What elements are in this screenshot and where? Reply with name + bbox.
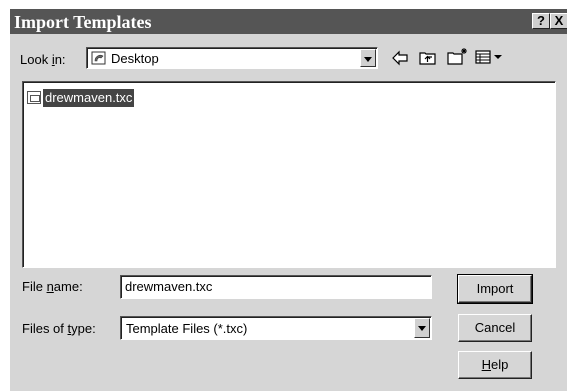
file-name-field[interactable]: drewmaven.txc xyxy=(120,275,432,299)
cancel-button[interactable]: Cancel xyxy=(458,314,532,342)
files-of-type-value: Template Files (*.txc) xyxy=(126,321,248,336)
chevron-down-icon xyxy=(364,57,372,62)
look-in-label: Look in: xyxy=(20,52,66,67)
close-button[interactable]: X xyxy=(550,13,567,29)
background-page-strip xyxy=(0,0,567,8)
back-arrow-icon[interactable] xyxy=(391,50,409,66)
file-name-text: drewmaven.txc xyxy=(43,89,135,107)
file-name-label: File name: xyxy=(22,279,83,294)
file-list[interactable]: drewmaven.txc xyxy=(22,81,556,268)
title-bar[interactable]: Import Templates ? X xyxy=(10,9,567,34)
dialog-title: Import Templates xyxy=(14,12,152,32)
chevron-down-icon xyxy=(418,326,426,331)
import-templates-dialog: Import Templates ? X Look in: Desktop dr… xyxy=(9,8,567,391)
up-folder-icon[interactable] xyxy=(419,50,437,66)
look-in-dropdown[interactable]: Desktop xyxy=(86,47,378,69)
view-menu-icon[interactable] xyxy=(475,49,505,65)
files-of-type-drop-button[interactable] xyxy=(414,318,430,338)
look-in-value: Desktop xyxy=(111,51,159,66)
import-button[interactable]: Import xyxy=(457,274,533,304)
help-button[interactable]: Help xyxy=(458,351,532,379)
template-file-icon xyxy=(27,91,41,104)
help-title-button[interactable]: ? xyxy=(532,13,550,29)
new-folder-icon[interactable] xyxy=(447,47,469,66)
look-in-drop-button[interactable] xyxy=(360,49,376,67)
files-of-type-dropdown[interactable]: Template Files (*.txc) xyxy=(120,316,432,340)
files-of-type-label: Files of type: xyxy=(22,321,96,336)
desktop-icon xyxy=(91,51,106,65)
